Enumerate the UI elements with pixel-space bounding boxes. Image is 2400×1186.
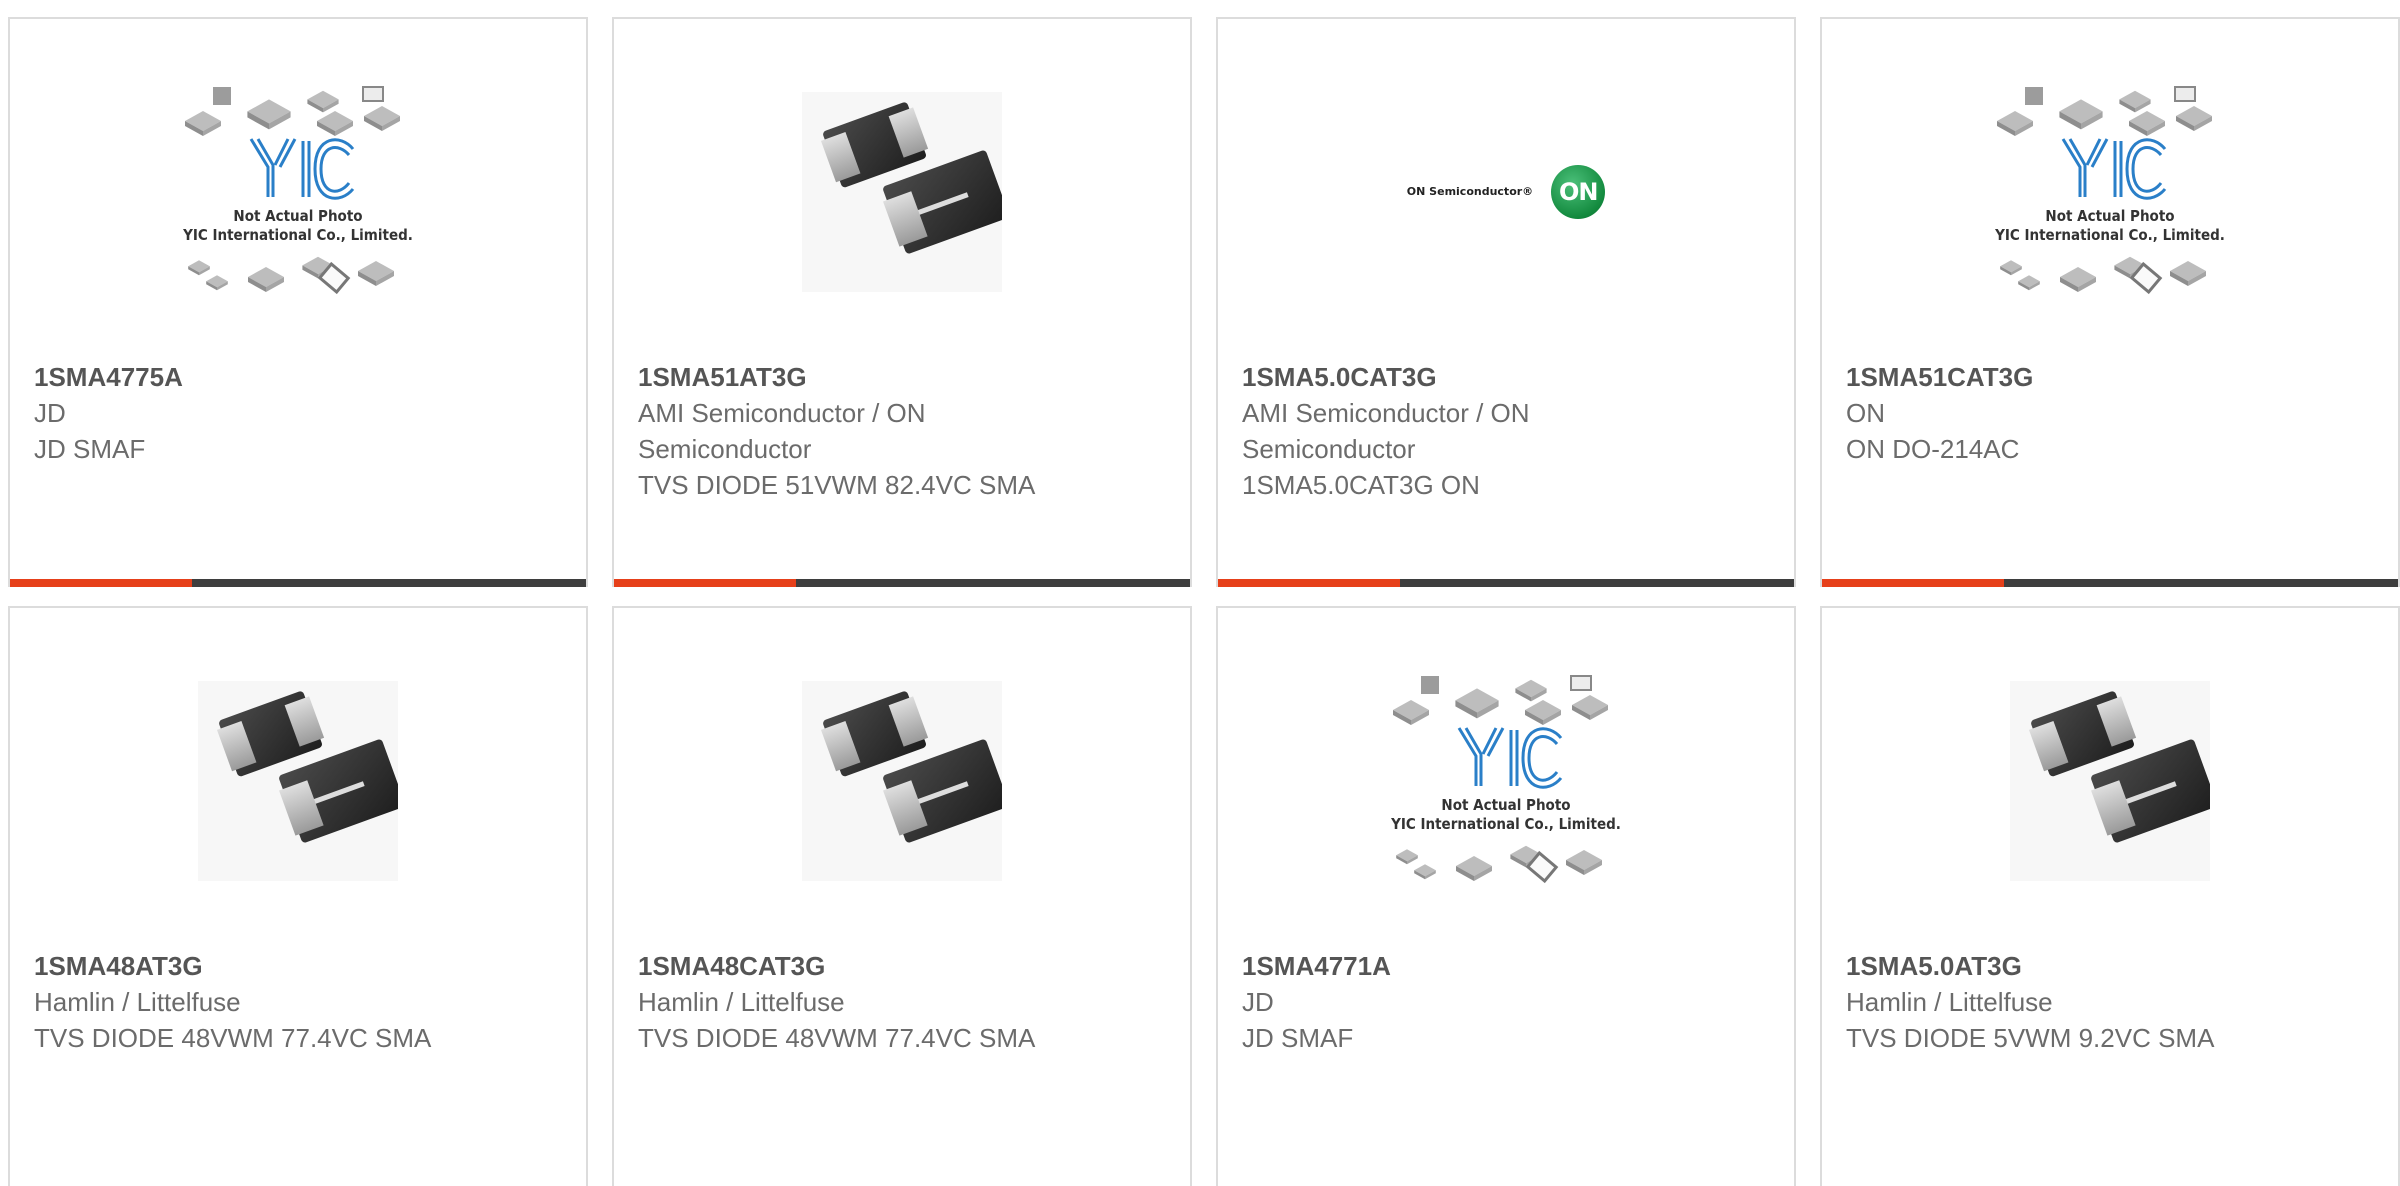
product-image[interactable] (767, 69, 1037, 314)
part-number-link[interactable]: 1SMA51AT3G (638, 359, 1166, 395)
product-grid: Not Actual Photo YIC International Co., … (0, 0, 2400, 1186)
product-image[interactable]: Not Actual Photo YIC International Co., … (163, 69, 433, 314)
product-description: JD SMAF (34, 434, 146, 464)
sma-diode-image (802, 680, 1002, 881)
product-card[interactable]: Not Actual Photo YIC International Co., … (1820, 17, 2400, 587)
manufacturer-name: AMI Semiconductor / ON Semiconductor (1242, 398, 1530, 464)
on-semiconductor-logo: ON Semiconductor® ON (1406, 164, 1606, 219)
product-image[interactable]: Not Actual Photo YIC International Co., … (1975, 69, 2245, 314)
part-number-link[interactable]: 1SMA4775A (34, 359, 562, 395)
package-collage-icon (1393, 675, 1608, 884)
product-info: 1SMA4771A JD JD SMAF (1242, 948, 1770, 1056)
placeholder-caption: Not Actual Photo (1441, 796, 1571, 814)
manufacturer-name: Hamlin / Littelfuse (1846, 987, 2053, 1017)
manufacturer-name: Hamlin / Littelfuse (638, 987, 845, 1017)
part-number-link[interactable]: 1SMA48CAT3G (638, 948, 1166, 984)
card-accent-bar (10, 579, 192, 587)
package-collage-icon (1997, 86, 2212, 295)
card-bottom-bar (614, 579, 1190, 587)
manufacturer-name: JD (34, 398, 66, 428)
yic-placeholder-image: Not Actual Photo YIC International Co., … (1371, 658, 1641, 903)
manufacturer-name: Hamlin / Littelfuse (34, 987, 241, 1017)
product-description: TVS DIODE 48VWM 77.4VC SMA (34, 1023, 432, 1053)
product-image[interactable] (163, 658, 433, 903)
on-semiconductor-wordmark: ON Semiconductor® (1406, 185, 1534, 198)
card-accent-bar (614, 579, 796, 587)
sma-diode-image (2010, 680, 2210, 881)
product-info: 1SMA48CAT3G Hamlin / Littelfuse TVS DIOD… (638, 948, 1166, 1056)
product-info: 1SMA51AT3G AMI Semiconductor / ON Semico… (638, 359, 1166, 503)
card-accent-bar (1822, 579, 2004, 587)
product-info: 1SMA4775A JD JD SMAF (34, 359, 562, 467)
manufacturer-name: ON (1846, 398, 1885, 428)
part-number-link[interactable]: 1SMA5.0AT3G (1846, 948, 2374, 984)
product-info: 1SMA51CAT3G ON ON DO-214AC (1846, 359, 2374, 467)
yic-placeholder-image: Not Actual Photo YIC International Co., … (163, 69, 433, 314)
product-image[interactable]: Not Actual Photo YIC International Co., … (1371, 658, 1641, 903)
sma-diode-image (802, 91, 1002, 292)
product-description: TVS DIODE 48VWM 77.4VC SMA (638, 1023, 1036, 1053)
product-card[interactable]: Not Actual Photo YIC International Co., … (8, 17, 588, 587)
placeholder-company: YIC International Co., Limited. (1995, 226, 2225, 244)
part-number-link[interactable]: 1SMA4771A (1242, 948, 1770, 984)
placeholder-caption: Not Actual Photo (2045, 207, 2175, 225)
placeholder-caption: Not Actual Photo (233, 207, 363, 225)
card-accent-bar (1218, 579, 1400, 587)
placeholder-company: YIC International Co., Limited. (183, 226, 413, 244)
card-bottom-bar (10, 579, 586, 587)
product-info: 1SMA48AT3G Hamlin / Littelfuse TVS DIODE… (34, 948, 562, 1056)
product-card[interactable]: Not Actual Photo YIC International Co., … (1216, 606, 1796, 1186)
product-description: TVS DIODE 51VWM 82.4VC SMA (638, 470, 1036, 500)
placeholder-company: YIC International Co., Limited. (1391, 815, 1621, 833)
part-number-link[interactable]: 1SMA5.0CAT3G (1242, 359, 1770, 395)
manufacturer-name: AMI Semiconductor / ON Semiconductor (638, 398, 926, 464)
part-number-link[interactable]: 1SMA48AT3G (34, 948, 562, 984)
product-card[interactable]: 1SMA48CAT3G Hamlin / Littelfuse TVS DIOD… (612, 606, 1192, 1186)
product-info: 1SMA5.0CAT3G AMI Semiconductor / ON Semi… (1242, 359, 1770, 503)
product-card[interactable]: 1SMA5.0AT3G Hamlin / Littelfuse TVS DIOD… (1820, 606, 2400, 1186)
product-info: 1SMA5.0AT3G Hamlin / Littelfuse TVS DIOD… (1846, 948, 2374, 1056)
card-bottom-bar (1822, 579, 2398, 587)
package-collage-icon (185, 86, 400, 295)
manufacturer-name: JD (1242, 987, 1274, 1017)
part-number-link[interactable]: 1SMA51CAT3G (1846, 359, 2374, 395)
sma-diode-image (198, 680, 398, 881)
product-image[interactable] (1975, 658, 2245, 903)
product-description: ON DO-214AC (1846, 434, 2020, 464)
card-bottom-bar (1218, 579, 1794, 587)
product-card[interactable]: 1SMA51AT3G AMI Semiconductor / ON Semico… (612, 17, 1192, 587)
product-description: JD SMAF (1242, 1023, 1354, 1053)
product-description: TVS DIODE 5VWM 9.2VC SMA (1846, 1023, 2215, 1053)
yic-placeholder-image: Not Actual Photo YIC International Co., … (1975, 69, 2245, 314)
on-logo-mark-icon: ON (1551, 164, 1606, 219)
product-card[interactable]: ON Semiconductor® ON 1SMA5.0CAT3G AMI Se… (1216, 17, 1796, 587)
product-image[interactable] (767, 658, 1037, 903)
product-image[interactable]: ON Semiconductor® ON (1371, 69, 1641, 314)
product-card[interactable]: 1SMA48AT3G Hamlin / Littelfuse TVS DIODE… (8, 606, 588, 1186)
product-description: 1SMA5.0CAT3G ON (1242, 470, 1480, 500)
